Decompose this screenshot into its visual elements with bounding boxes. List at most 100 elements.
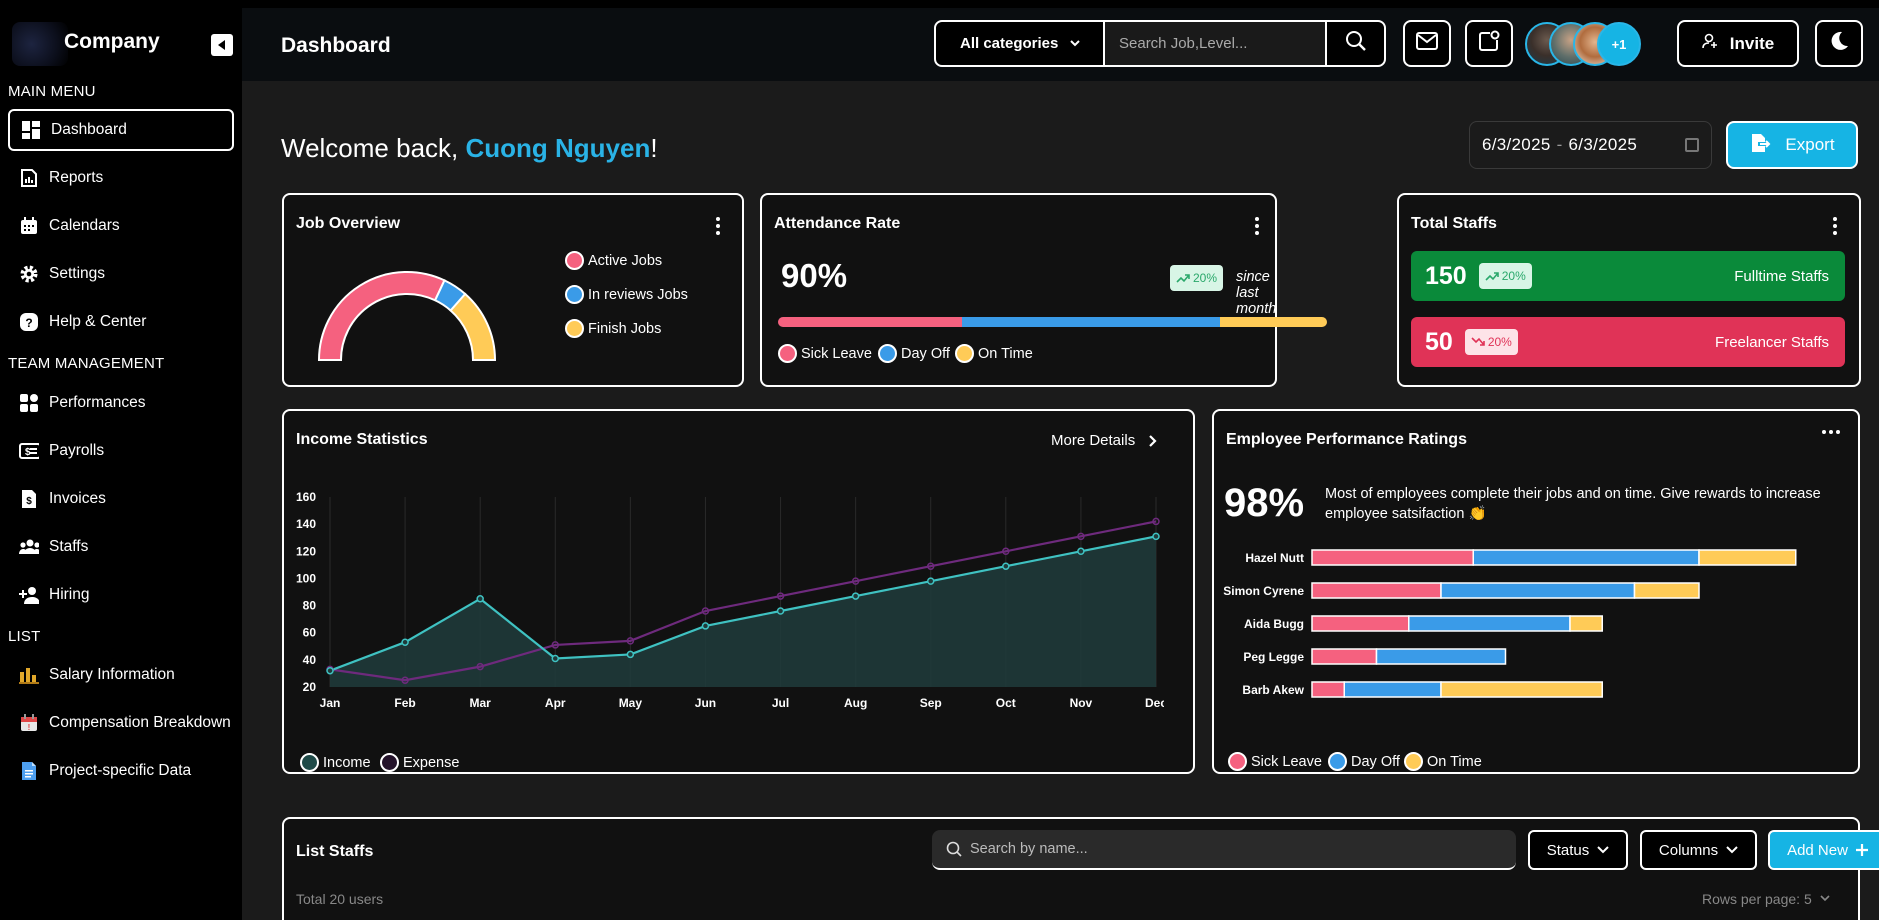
staff-search-input[interactable]: Search by name... (932, 830, 1516, 870)
export-button[interactable]: Export (1726, 121, 1858, 169)
date-range-picker[interactable]: 6/3/2025 - 6/3/2025 (1469, 121, 1712, 169)
sidebar-item-performances[interactable]: Performances (8, 382, 234, 424)
change-value: 20% (1193, 271, 1218, 285)
card-title: Employee Performance Ratings (1226, 431, 1467, 448)
performance-card: Employee Performance Ratings 98% Most of… (1212, 409, 1860, 774)
fulltime-count: 150 (1425, 261, 1467, 290)
y-tick-label: 40 (303, 653, 317, 667)
bar-day-off (1375, 648, 1507, 665)
freelancer-staffs-row[interactable]: 50 20% Freelancer Staffs (1411, 317, 1845, 367)
sidebar-item-label: Settings (49, 265, 106, 282)
sidebar-item-salary[interactable]: Salary Information (8, 654, 234, 696)
section-team-management: TEAM MANAGEMENT (8, 355, 165, 372)
sidebar-item-hiring[interactable]: Hiring (8, 574, 234, 616)
attendance-card: Attendance Rate 90% 20% since last month… (760, 193, 1327, 387)
more-options-icon[interactable] (716, 217, 720, 238)
more-options-icon[interactable] (1255, 217, 1259, 238)
legend-on-time: On Time (1404, 752, 1482, 771)
attendance-rate: 90% (781, 257, 848, 294)
brand-logo (12, 22, 68, 66)
category-select[interactable]: All categories (934, 20, 1105, 67)
bar-chart-icon (19, 665, 39, 685)
sidebar-item-label: Dashboard (51, 121, 127, 138)
x-tick-label: Jun (695, 696, 716, 710)
performance-rate: 98% (1224, 481, 1305, 525)
bar-sick-leave (1311, 582, 1442, 599)
y-category-label: Barb Akew (1242, 683, 1304, 697)
status-filter-button[interactable]: Status (1528, 830, 1628, 870)
sidebar-item-settings[interactable]: Settings (8, 253, 234, 295)
total-staffs-card: Total Staffs 150 20% Fulltime Staffs 50 … (1397, 193, 1861, 387)
legend-dot (565, 285, 584, 304)
x-tick-label: Mar (470, 696, 492, 710)
x-tick-label: Apr (545, 696, 566, 710)
svg-text:$: $ (26, 496, 32, 507)
legend-dot (300, 753, 319, 772)
add-new-button[interactable]: Add New (1768, 830, 1879, 870)
gauge-segment-2 (449, 292, 497, 361)
trend-up-icon (1176, 274, 1190, 283)
calendar-icon (19, 216, 39, 236)
calendar-alert-icon: ! (19, 713, 39, 733)
sidebar-item-project-data[interactable]: Project-specific Data (8, 750, 234, 792)
legend-label: In reviews Jobs (588, 286, 688, 303)
columns-button[interactable]: Columns (1640, 830, 1757, 870)
sidebar-item-help[interactable]: ? Help & Center (8, 301, 234, 343)
search-icon (946, 841, 962, 857)
notification-button[interactable] (1465, 20, 1513, 67)
sidebar-item-compensation[interactable]: ! Compensation Breakdown (8, 702, 234, 744)
dashboard-icon (21, 120, 41, 140)
y-tick-label: 120 (296, 544, 316, 558)
search-button[interactable] (1325, 20, 1386, 67)
date-start[interactable]: 6/3/2025 (1482, 135, 1551, 155)
legend-sick-leave: Sick Leave (778, 344, 872, 363)
welcome-prefix: Welcome back, (281, 133, 466, 163)
rows-per-page-select[interactable]: Rows per page: 5 (1702, 891, 1830, 907)
x-tick-label: Nov (1070, 696, 1093, 710)
income-point (776, 607, 785, 615)
sidebar-item-label: Reports (49, 169, 104, 186)
brand[interactable]: Company (8, 14, 238, 66)
fulltime-staffs-row[interactable]: 150 20% Fulltime Staffs (1411, 251, 1845, 301)
mail-button[interactable] (1403, 20, 1451, 67)
job-overview-gauge (317, 271, 497, 361)
performance-chart: Hazel Nutt Simon Cyrene Aida Bugg Peg Legge… (1223, 549, 1797, 698)
date-separator: - (1556, 135, 1563, 154)
calendar-icon[interactable] (1685, 138, 1699, 152)
income-point (626, 650, 635, 659)
legend-dot (1404, 752, 1423, 771)
income-statistics-card: Income Statistics More Details Jan Feb Mar… (282, 409, 1195, 774)
legend-label: Income (323, 754, 371, 771)
list-staffs-card: List Staffs Search by name... Status Col… (282, 817, 1879, 920)
legend-label: Day Off (901, 345, 950, 362)
sidebar-item-label: Hiring (49, 586, 90, 603)
legend-expense: Expense (380, 753, 459, 772)
bar-sick-leave (1311, 681, 1345, 698)
more-details-link[interactable]: More Details (1051, 432, 1157, 449)
legend-dot (380, 753, 399, 772)
sidebar-item-calendars[interactable]: Calendars (8, 205, 234, 247)
search-input[interactable]: Search Job,Level... (1105, 20, 1325, 67)
more-options-icon[interactable] (1833, 217, 1837, 238)
income-point (851, 592, 860, 600)
avatar-more[interactable]: +1 (1597, 22, 1641, 66)
sidebar-item-invoices[interactable]: $ Invoices (8, 478, 234, 520)
legend-label: On Time (1427, 753, 1482, 770)
income-point (701, 622, 710, 630)
y-tick-label: 60 (303, 626, 317, 640)
date-end[interactable]: 6/3/2025 (1569, 135, 1638, 155)
change-badge: 20% (1478, 263, 1532, 289)
sidebar-item-staffs[interactable]: Staffs (8, 526, 234, 568)
section-main-menu: MAIN MENU (8, 83, 96, 100)
theme-toggle-button[interactable] (1815, 20, 1863, 67)
collapse-sidebar-icon[interactable] (211, 34, 233, 56)
more-options-icon[interactable] (1822, 430, 1840, 434)
sidebar-item-payrolls[interactable]: $ Payrolls (8, 430, 234, 472)
invite-button[interactable]: Invite (1677, 20, 1799, 67)
sidebar-item-dashboard[interactable]: Dashboard (8, 109, 234, 151)
legend-active-jobs: Active Jobs (565, 251, 662, 270)
avatar-group[interactable]: +1 (1525, 22, 1641, 66)
legend-label: Sick Leave (801, 345, 872, 362)
document-icon (19, 761, 39, 781)
sidebar-item-reports[interactable]: Reports (8, 157, 234, 199)
